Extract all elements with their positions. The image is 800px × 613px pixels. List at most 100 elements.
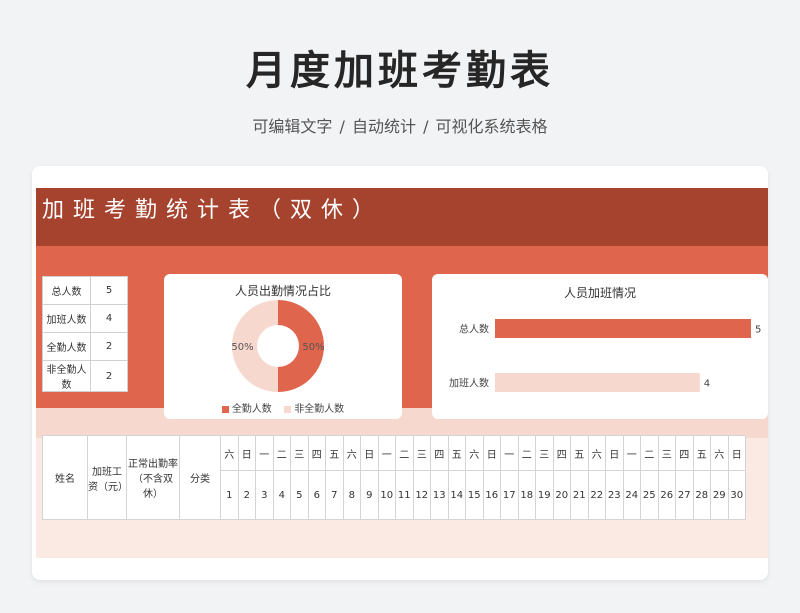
pie-data-label: 50% [231,342,253,353]
header-name[interactable]: 姓名 [42,435,88,520]
header-wage[interactable]: 加班工资（元） [87,435,128,520]
weekday-cell[interactable]: 三 [412,435,431,471]
bar-category-label: 总人数 [459,323,489,336]
day-cell[interactable]: 6 [307,470,326,520]
weekday-cell[interactable]: 三 [657,435,676,471]
summary-value[interactable]: 2 [90,360,128,392]
spreadsheet: 加班考勤统计表（双休） 总人数 5 加班人数 4 全勤人数 2 非全勤人数 2 [36,188,768,558]
weekday-cell[interactable]: 日 [727,435,746,471]
weekday-cell[interactable]: 一 [377,435,396,471]
weekday-row: 姓名 加班工资（元） 正常出勤率（不含双休） 分类 六日一二三四五六日一二三四五… [42,435,746,520]
header-attendance-rate[interactable]: 正常出勤率（不含双休） [126,435,180,520]
day-cell[interactable]: 16 [482,470,501,520]
day-cell[interactable]: 24 [622,470,641,520]
weekday-cell[interactable]: 日 [360,435,379,471]
weekday-cell[interactable]: 日 [237,435,256,471]
weekday-cell[interactable]: 四 [675,435,694,471]
day-cell[interactable]: 7 [325,470,344,520]
day-cell[interactable]: 25 [640,470,659,520]
weekday-cell[interactable]: 六 [710,435,729,471]
day-cell[interactable]: 13 [430,470,449,520]
pie-chart-canvas: 50% 50% [231,300,325,392]
page-subtitle: 可编辑文字 / 自动统计 / 可视化系统表格 [252,117,548,136]
weekday-cell[interactable]: 一 [622,435,641,471]
day-cell[interactable]: 19 [535,470,554,520]
day-cell[interactable]: 5 [290,470,309,520]
weekday-cell[interactable]: 二 [272,435,291,471]
legend-label: 全勤人数 [231,404,272,415]
bar-chart-canvas: 总人数 5 加班人数 4 [449,319,761,392]
bar-value-label: 5 [755,325,761,336]
spreadsheet-card: 加班考勤统计表（双休） 总人数 5 加班人数 4 全勤人数 2 非全勤人数 2 [32,166,768,580]
weekday-cell[interactable]: 二 [517,435,536,471]
header-category[interactable]: 分类 [179,435,221,520]
day-cell[interactable]: 28 [692,470,711,520]
weekday-cell[interactable]: 三 [290,435,309,471]
day-cell[interactable]: 3 [255,470,274,520]
day-cell[interactable]: 27 [675,470,694,520]
bar[interactable] [495,373,700,392]
summary-row: 非全勤人数 2 [42,360,128,392]
weekday-cell[interactable]: 日 [482,435,501,471]
overtime-bar-chart[interactable]: 人员加班情况 总人数 5 加班人数 4 [432,274,768,419]
weekday-cell[interactable]: 三 [535,435,554,471]
summary-value[interactable]: 5 [90,276,128,305]
day-cell[interactable]: 8 [342,470,361,520]
day-cell[interactable]: 4 [272,470,291,520]
weekday-cell[interactable]: 五 [570,435,589,471]
weekday-cell[interactable]: 一 [255,435,274,471]
sheet-banner: 加班考勤统计表（双休） [36,188,768,246]
weekday-cell[interactable]: 六 [465,435,484,471]
day-cell[interactable]: 11 [395,470,414,520]
day-cell[interactable]: 12 [412,470,431,520]
day-cell[interactable]: 18 [517,470,536,520]
weekday-cell[interactable]: 五 [447,435,466,471]
weekday-cell[interactable]: 四 [307,435,326,471]
day-cell[interactable]: 15 [465,470,484,520]
weekday-cell[interactable]: 六 [342,435,361,471]
pie-legend: 全勤人数 非全勤人数 [164,400,402,415]
day-cell[interactable]: 29 [710,470,729,520]
page-title: 月度加班考勤表 [246,48,554,94]
summary-value[interactable]: 4 [90,304,128,333]
summary-table: 总人数 5 加班人数 4 全勤人数 2 非全勤人数 2 [42,276,128,392]
weekday-cell[interactable]: 一 [500,435,519,471]
summary-value[interactable]: 2 [90,332,128,361]
day-cell[interactable]: 17 [500,470,519,520]
legend-label: 非全勤人数 [294,404,345,415]
bar-category-label: 加班人数 [449,377,489,390]
bar-value-label: 4 [704,379,710,390]
day-cell[interactable]: 14 [447,470,466,520]
attendance-table: 姓名 加班工资（元） 正常出勤率（不含双休） 分类 六日一二三四五六日一二三四五… [42,435,746,520]
weekday-cell[interactable]: 五 [692,435,711,471]
day-cell[interactable]: 30 [727,470,746,520]
day-cell[interactable]: 1 [220,470,239,520]
day-cell[interactable]: 23 [605,470,624,520]
bar[interactable] [495,319,751,338]
day-cell[interactable]: 20 [552,470,571,520]
weekday-cell[interactable]: 六 [220,435,239,471]
day-cell[interactable]: 10 [377,470,396,520]
weekday-cell[interactable]: 二 [395,435,414,471]
summary-row: 加班人数 4 [42,304,128,333]
day-cell[interactable]: 22 [587,470,606,520]
summary-row: 总人数 5 [42,276,128,305]
weekday-cell[interactable]: 六 [587,435,606,471]
day-cell[interactable]: 21 [570,470,589,520]
legend-swatch [221,405,229,413]
summary-label[interactable]: 非全勤人数 [42,360,91,392]
summary-label[interactable]: 总人数 [42,276,91,305]
day-cell[interactable]: 26 [657,470,676,520]
attendance-pie-chart[interactable]: 人员出勤情况占比 50% 50% 全勤人数 非全勤人数 [164,274,402,419]
summary-label[interactable]: 加班人数 [42,304,91,333]
weekday-cell[interactable]: 二 [640,435,659,471]
weekday-cell[interactable]: 五 [325,435,344,471]
legend-swatch [284,405,292,413]
summary-label[interactable]: 全勤人数 [42,332,91,361]
weekday-cell[interactable]: 日 [605,435,624,471]
day-cell[interactable]: 2 [237,470,256,520]
weekday-cell[interactable]: 四 [552,435,571,471]
weekday-cell[interactable]: 四 [430,435,449,471]
day-cell[interactable]: 9 [360,470,379,520]
sheet-title[interactable]: 加班考勤统计表（双休） [42,192,383,224]
